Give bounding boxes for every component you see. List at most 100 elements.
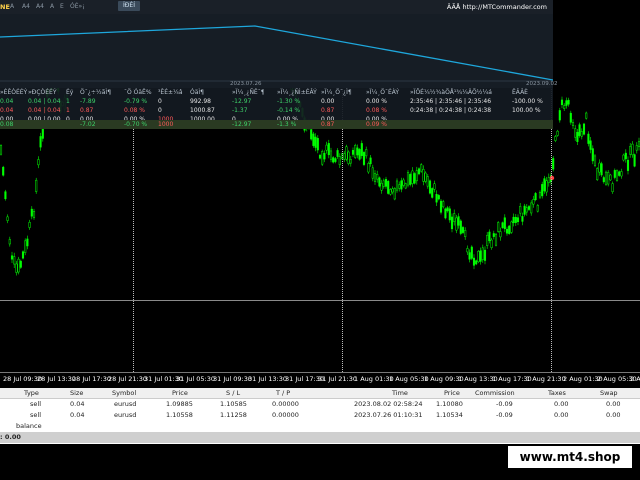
candle-body [530,202,533,214]
candle-body [534,193,537,201]
candle-body [475,260,478,265]
candle-body [347,151,350,165]
equity-date: 2023.09.02 [526,81,558,87]
candle-body [585,112,588,119]
stats-cell: -1.30 % [277,98,301,105]
overlay-toolbar: NE A A4 A4 A E ÓÉ»¡ ÍÐÉÍ ÂÃÅ http://MTCo… [0,0,553,14]
column-header-type[interactable]: Type [24,388,39,398]
stats-cell: 0.08 % [124,107,145,114]
candle-body [538,191,542,198]
candle-body [615,170,619,181]
trade-commission: -0.09 [496,411,513,419]
x-tick-label: 1 Aug 05:30 [389,375,429,383]
table-row[interactable]: sell 0.04 eurusd 1.10558 1.11258 0.00000… [0,410,640,420]
toolbar-button[interactable]: A4 [36,3,44,10]
total-label: : 0.00 [0,433,21,441]
column-header-time[interactable]: Time [392,388,408,398]
candle-body [435,193,438,203]
column-header-sl[interactable]: S / L [226,388,240,398]
stats-row-buy: 0.04 0.04 | 0.04 1 -7.89 -0.79 % 0 992.9… [0,97,553,106]
candle-body [613,170,616,178]
trade-type: sell [30,411,41,419]
column-header-close-price[interactable]: Price [444,388,460,398]
candle-body [532,199,535,205]
candle-body [486,234,489,246]
stats-cell: 0.04 | 0.04 [28,107,61,114]
trade-taxes: 0.00 [554,411,569,419]
column-header-price[interactable]: Price [172,388,188,398]
candle-body [494,233,498,246]
candle-body [318,154,322,159]
candle-body [604,171,608,185]
stats-header: »Ï¼¸Ö¯ÉÀÝ [366,89,400,96]
candle-body [488,231,491,242]
balance-row[interactable]: balance [0,421,640,431]
column-header-symbol[interactable]: Symbol [112,388,136,398]
candle-body [565,100,568,106]
candle-body [591,148,594,162]
candle-body [384,179,388,187]
column-header-size[interactable]: Size [70,388,83,398]
toolbar-button[interactable]: E [60,3,64,10]
stats-cell: 1 [66,98,70,105]
column-header-swap[interactable]: Swap [600,388,618,398]
candle-body [332,157,335,163]
candle-body [0,145,3,155]
candle-body [13,256,16,265]
stats-cell: 1 [66,107,70,114]
column-header-commission[interactable]: Commission [475,388,515,398]
column-header-taxes[interactable]: Taxes [548,388,566,398]
candle-body [411,170,414,184]
column-header-tp[interactable]: T / P [276,388,290,398]
candle-body [343,153,346,160]
candle-body [395,180,399,191]
candle-body [382,180,385,187]
candle-body [376,174,379,180]
trade-swap: 0.00 [606,400,621,408]
candle-body [635,145,638,151]
toolbar-button[interactable]: A [10,3,14,10]
candle-body [609,174,612,181]
candle-body [459,220,462,234]
candle-body [380,182,383,191]
active-tab[interactable]: ÍÐÉÍ [118,1,140,11]
candle-body [398,184,401,189]
price-level-line[interactable] [0,300,640,301]
candle-body [345,146,348,160]
mtcommander-link[interactable]: ÂÃÅ http://MTCommander.com [447,3,547,11]
candle-body [501,222,504,228]
candle-body [600,163,603,176]
x-tick-label: 31 Jul 09:30 [213,375,252,383]
candle-body [499,231,502,238]
candle-body [2,166,5,176]
candle-body [578,124,581,136]
candle-body [389,189,392,195]
candle-body [19,260,22,268]
toolbar-button[interactable]: A [50,3,54,10]
candle-body [541,184,544,197]
stats-cell: -7.02 [80,121,96,128]
stats-row-total: 0.08 -7.02 -0.70 % 1000 -12.97 -1.3 % 0.… [0,120,553,129]
candle-body [21,251,25,259]
candle-body [420,164,423,172]
candle-body [323,153,326,160]
time-axis: 28 Jul 09:30 28 Jul 13:30 28 Jul 17:30 2… [0,372,640,388]
candle-body [24,240,27,253]
candle-body [442,201,445,208]
trade-close-price: 1.10534 [436,411,463,419]
table-row[interactable]: sell 0.04 eurusd 1.09885 1.10585 0.00000… [0,399,640,409]
stats-cell: 0 [158,98,162,105]
stats-cell: -12.97 [232,98,252,105]
stats-header: Ö¯¿÷½ãÌ¶ [80,89,112,96]
trade-close-price: 1.10080 [436,400,463,408]
candle-body [514,217,517,223]
candle-body [338,156,341,165]
toolbar-button[interactable]: ÓÉ»¡ [70,3,85,10]
stats-cell: -0.70 % [124,121,148,128]
total-row: : 0.00 [0,432,640,443]
x-tick-label: 28 Jul 13:30 [37,375,76,383]
trade-size: 0.04 [70,400,85,408]
candle-body [497,222,500,232]
toolbar-button[interactable]: A4 [22,3,30,10]
candle-body [402,179,405,186]
